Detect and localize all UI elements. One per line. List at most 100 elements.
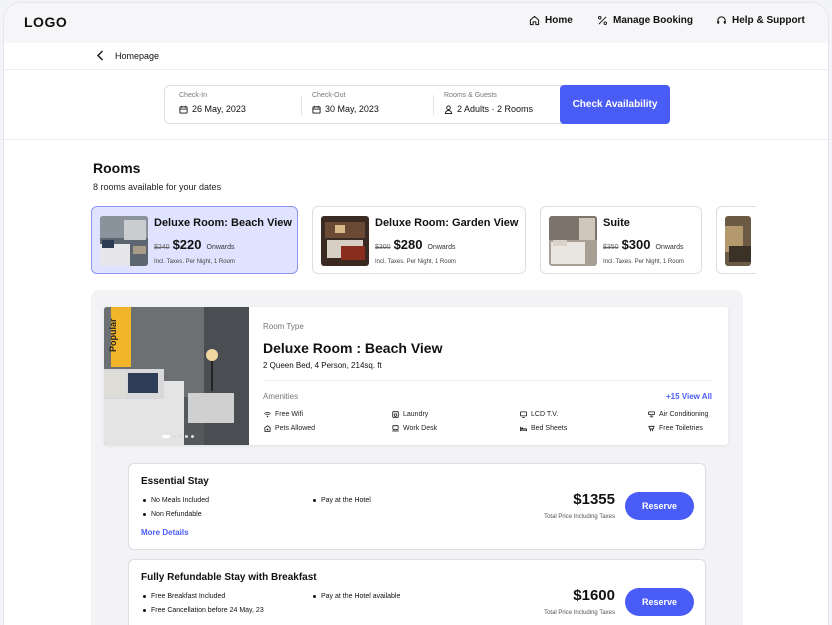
room-card-name: Deluxe Room: Garden View bbox=[375, 217, 519, 229]
carousel-dot[interactable] bbox=[185, 435, 188, 438]
room-card-price: $280 bbox=[393, 237, 423, 252]
popular-badge: Popular bbox=[108, 318, 118, 352]
rate-plan-card: Fully Refundable Stay with Breakfast Fre… bbox=[128, 559, 706, 625]
room-photo-carousel[interactable]: Popular bbox=[104, 307, 249, 445]
rate-plan-total-note: Total Price Including Taxes bbox=[544, 514, 615, 520]
amenity-label: Work Desk bbox=[403, 425, 438, 432]
checkin-label: Check-In bbox=[179, 92, 208, 99]
amenity-item: Pets Allowed bbox=[264, 425, 315, 432]
carousel-dots[interactable] bbox=[162, 435, 194, 438]
amenity-label: Free Toiletries bbox=[659, 425, 703, 432]
room-card-note: Incl. Taxes. Per Night, 1 Room bbox=[603, 259, 684, 265]
amenity-item: Free Wifi bbox=[264, 411, 303, 418]
bed-icon bbox=[520, 426, 527, 432]
room-card-beach-view[interactable]: Deluxe Room: Beach View $240 $220 Onward… bbox=[91, 206, 298, 274]
carousel-dot[interactable] bbox=[191, 435, 194, 438]
guests-value: 2 Adults · 2 Rooms bbox=[457, 104, 534, 114]
divider bbox=[263, 380, 713, 381]
nav-manage-booking[interactable]: Manage Booking bbox=[597, 15, 693, 26]
room-card-garden-view[interactable]: Deluxe Room: Garden View $300 $280 Onwar… bbox=[312, 206, 526, 274]
room-type-name: Deluxe Room : Beach View bbox=[263, 340, 443, 356]
app-frame: LOGO Home Manage Booking Help & Support … bbox=[3, 2, 829, 625]
amenity-label: Free Wifi bbox=[275, 411, 303, 418]
field-divider bbox=[301, 95, 302, 115]
rate-plan-feature: Free Cancellation before 24 May, 23 bbox=[143, 607, 264, 614]
divider bbox=[4, 139, 828, 140]
rate-plan-feature: Non Refundable bbox=[143, 511, 202, 518]
nav-help-support[interactable]: Help & Support bbox=[716, 15, 805, 26]
room-card-note: Incl. Taxes. Per Night, 1 Room bbox=[375, 259, 456, 265]
amenity-item: Free Toiletries bbox=[648, 425, 703, 432]
headset-icon bbox=[717, 16, 726, 24]
logo[interactable]: LOGO bbox=[24, 14, 67, 30]
room-card-partial[interactable] bbox=[716, 206, 756, 274]
room-card-name: Deluxe Room: Beach View bbox=[154, 217, 292, 229]
air-conditioning-icon bbox=[648, 411, 655, 418]
rate-plan-title: Fully Refundable Stay with Breakfast bbox=[141, 572, 317, 583]
amenity-item: Laundry bbox=[392, 411, 428, 418]
reserve-button[interactable]: Reserve bbox=[625, 588, 694, 616]
checkout-value: 30 May, 2023 bbox=[325, 104, 379, 114]
toiletries-icon bbox=[648, 425, 655, 432]
nav-home-label: Home bbox=[545, 15, 573, 26]
home-icon bbox=[529, 15, 540, 26]
room-card-old-price: $300 bbox=[375, 244, 391, 251]
room-card-price: $220 bbox=[172, 237, 202, 252]
amenity-label: Pets Allowed bbox=[275, 425, 316, 432]
rate-plan-total-note: Total Price Including Taxes bbox=[544, 610, 615, 616]
top-navigation: LOGO Home Manage Booking Help & Support bbox=[4, 3, 828, 43]
room-thumbnail bbox=[100, 216, 148, 266]
checkout-field[interactable]: Check-Out 30 May, 2023 bbox=[312, 92, 379, 114]
amenity-item: Work Desk bbox=[392, 425, 437, 432]
pet-icon bbox=[264, 425, 271, 432]
field-divider bbox=[433, 95, 434, 115]
amenity-label: Bed Sheets bbox=[531, 425, 568, 432]
desk-icon bbox=[392, 425, 399, 432]
rate-plan-card: Essential Stay No Meals Included Non Ref… bbox=[128, 463, 706, 550]
rate-plan-feature: Pay at the Hotel bbox=[313, 497, 371, 504]
carousel-dot[interactable] bbox=[173, 435, 176, 438]
breadcrumb[interactable]: Homepage bbox=[96, 50, 159, 61]
rate-plan-feature: Pay at the Hotel available bbox=[313, 593, 400, 600]
checkin-value: 26 May, 2023 bbox=[192, 104, 246, 114]
room-card-suite[interactable]: Suite $350 $300 Onwards Incl. Taxes. Per… bbox=[540, 206, 702, 274]
room-card-price: $300 bbox=[621, 237, 651, 252]
rate-plan-feature: No Meals Included bbox=[143, 497, 209, 504]
room-card-old-price: $350 bbox=[603, 244, 619, 251]
checkin-field[interactable]: Check-In 26 May, 2023 bbox=[179, 92, 246, 114]
reserve-button[interactable]: Reserve bbox=[625, 492, 694, 520]
carousel-dot[interactable] bbox=[162, 435, 170, 438]
rate-plan-total: $1355 bbox=[573, 491, 615, 508]
user-icon bbox=[444, 104, 453, 114]
check-availability-button[interactable]: Check Availability bbox=[560, 85, 670, 124]
rooms-subtitle: 8 rooms available for your dates bbox=[93, 182, 222, 192]
divider bbox=[4, 69, 828, 70]
room-card-old-price: $240 bbox=[154, 244, 170, 251]
room-card-onwards: Onwards bbox=[206, 244, 235, 251]
guests-label: Rooms & Guests bbox=[444, 92, 497, 99]
tv-icon bbox=[520, 411, 527, 418]
calendar-icon bbox=[312, 105, 321, 114]
view-all-amenities-link[interactable]: +15 View All bbox=[666, 392, 712, 401]
rate-plan-feature: Free Breakfast Included bbox=[143, 593, 225, 600]
room-card-onwards: Onwards bbox=[655, 244, 684, 251]
nav-home[interactable]: Home bbox=[529, 15, 573, 26]
amenity-label: LCD T.V. bbox=[531, 411, 559, 418]
nav-help-support-label: Help & Support bbox=[732, 15, 805, 26]
room-card-name: Suite bbox=[603, 217, 630, 229]
amenity-item: Bed Sheets bbox=[520, 425, 567, 432]
calendar-icon bbox=[179, 105, 188, 114]
wifi-icon bbox=[264, 411, 271, 418]
carousel-dot[interactable] bbox=[179, 435, 182, 438]
room-type-label: Room Type bbox=[263, 322, 304, 331]
rate-plan-total: $1600 bbox=[573, 587, 615, 604]
room-spec: 2 Queen Bed, 4 Person, 214sq. ft bbox=[263, 361, 382, 370]
amenity-item: Air Conditioning bbox=[648, 411, 708, 418]
more-details-link[interactable]: More Details bbox=[141, 528, 189, 537]
guests-field[interactable]: Rooms & Guests 2 Adults · 2 Rooms bbox=[444, 92, 533, 114]
rate-plan-title: Essential Stay bbox=[141, 476, 209, 487]
laundry-icon bbox=[392, 411, 399, 418]
amenities-label: Amenities bbox=[263, 392, 299, 401]
room-thumbnail bbox=[321, 216, 369, 266]
breadcrumb-label: Homepage bbox=[115, 50, 160, 61]
